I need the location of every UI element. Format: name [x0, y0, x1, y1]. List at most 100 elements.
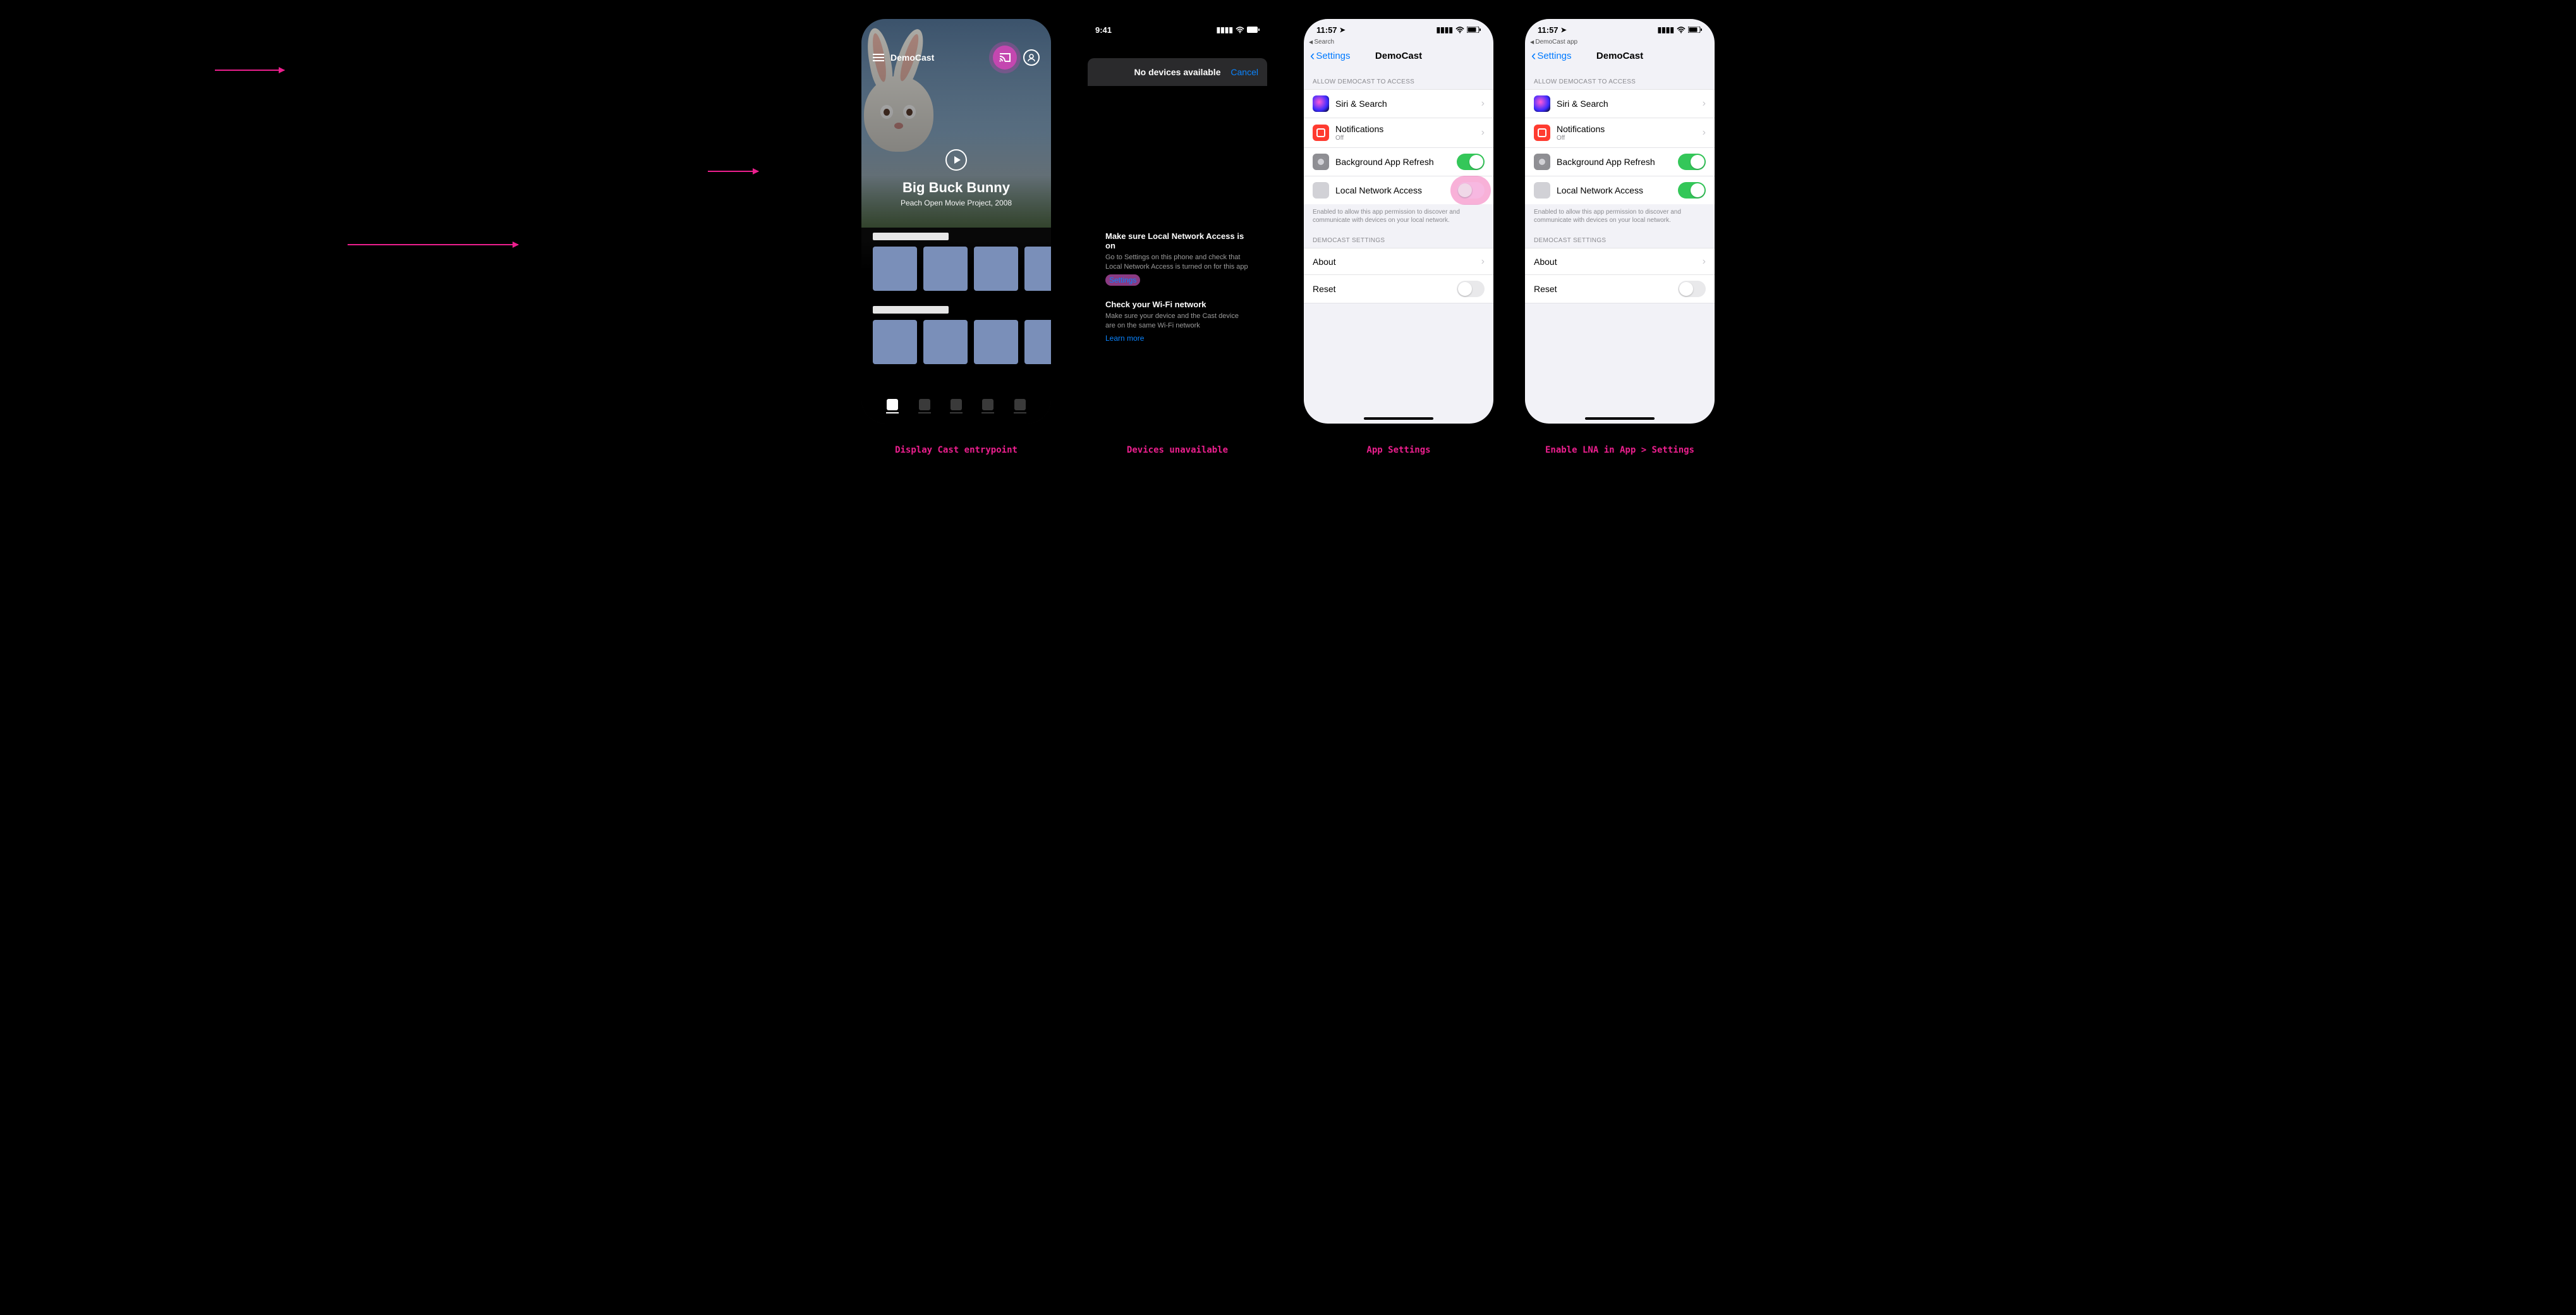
row-label: Siri & Search: [1335, 99, 1387, 109]
wifi-icon: [1455, 27, 1464, 34]
nav-title: DemoCast: [1375, 51, 1422, 61]
lna-icon: [1313, 182, 1329, 199]
tab-item[interactable]: [981, 399, 994, 413]
background-refresh-toggle[interactable]: [1457, 154, 1485, 170]
chevron-right-icon: ›: [1481, 256, 1485, 267]
thumbnail[interactable]: [873, 247, 917, 291]
breadcrumb[interactable]: Search: [1304, 37, 1493, 46]
status-indicators: ▮▮▮▮: [1217, 25, 1260, 34]
section-header-access: ALLOW DEMOCAST TO ACCESS: [1304, 78, 1493, 89]
cancel-button[interactable]: Cancel: [1230, 67, 1258, 77]
thumbnail[interactable]: [1024, 247, 1051, 291]
status-bar: 11:57➤ ▮▮▮▮: [1525, 19, 1715, 37]
row-local-network-access: Local Network Access: [1525, 176, 1715, 204]
nav-bar: Settings DemoCast: [1525, 46, 1715, 66]
battery-icon: [1467, 27, 1481, 33]
tab-item[interactable]: [950, 399, 963, 413]
local-network-access-toggle[interactable]: [1457, 182, 1485, 199]
section-footer: Enabled to allow this app permission to …: [1525, 204, 1715, 224]
status-indicators: ▮▮▮▮: [1437, 25, 1481, 34]
battery-icon: [1688, 27, 1702, 33]
lna-icon: [1534, 182, 1550, 199]
tab-item[interactable]: [886, 399, 899, 413]
status-time: 11:57: [1316, 25, 1337, 35]
wifi-icon: [1236, 27, 1244, 34]
cast-button[interactable]: [993, 46, 1017, 70]
row-notifications[interactable]: Notifications Off ›: [1525, 118, 1715, 147]
section-header-app: DEMOCAST SETTINGS: [1525, 237, 1715, 248]
thumbnail[interactable]: [974, 320, 1018, 364]
tip-wifi-title: Check your Wi-Fi network: [1105, 300, 1249, 309]
row-label: About: [1313, 257, 1336, 267]
section-footer: Enabled to allow this app permission to …: [1304, 204, 1493, 224]
row-label: Reset: [1534, 284, 1557, 294]
notifications-icon: [1534, 125, 1550, 141]
row-notifications[interactable]: Notifications Off ›: [1304, 118, 1493, 147]
siri-icon: [1313, 95, 1329, 112]
hero-subtitle: Peach Open Movie Project, 2008: [861, 199, 1051, 207]
thumbnail[interactable]: [974, 247, 1018, 291]
battery-icon: [1247, 27, 1260, 33]
cast-icon: [999, 52, 1011, 63]
home-indicator[interactable]: [1364, 417, 1433, 420]
screen-app-settings-before: 11:57➤ ▮▮▮▮ Search Settings DemoCast ALL…: [1304, 19, 1493, 424]
caption: Display Cast entrypoint: [895, 445, 1018, 455]
nav-title: DemoCast: [1596, 51, 1643, 61]
shelf-label-placeholder: [873, 233, 949, 240]
back-button[interactable]: Settings: [1531, 47, 1572, 64]
row-siri[interactable]: Siri & Search ›: [1525, 89, 1715, 118]
section-header-app: DEMOCAST SETTINGS: [1304, 237, 1493, 248]
status-indicators: ▮▮▮▮: [1658, 25, 1702, 34]
caption: Enable LNA in App > Settings: [1545, 445, 1694, 455]
row-siri[interactable]: Siri & Search ›: [1304, 89, 1493, 118]
row-label: Notifications: [1557, 124, 1605, 134]
thumbnail[interactable]: [1024, 320, 1051, 364]
row-local-network-access: Local Network Access: [1304, 176, 1493, 204]
chevron-right-icon: ›: [1481, 98, 1485, 109]
cast-sheet-header: No devices available Cancel: [1088, 58, 1267, 86]
flow-arrow-3: [708, 171, 758, 172]
wifi-icon: [1677, 27, 1686, 34]
menu-icon[interactable]: [873, 54, 884, 61]
background-refresh-toggle[interactable]: [1678, 154, 1706, 170]
row-background-refresh: Background App Refresh: [1525, 147, 1715, 176]
thumbnail[interactable]: [873, 320, 917, 364]
person-icon: [1027, 53, 1036, 62]
caption: Devices unavailable: [1127, 445, 1228, 455]
row-about[interactable]: About ›: [1525, 248, 1715, 274]
sheet-title: No devices available: [1134, 67, 1221, 77]
tab-item[interactable]: [1014, 399, 1026, 413]
row-label: Local Network Access: [1557, 185, 1643, 195]
notifications-icon: [1313, 125, 1329, 141]
play-button[interactable]: [945, 149, 967, 171]
tip-wifi-body: Make sure your device and the Cast devic…: [1105, 312, 1249, 331]
breadcrumb[interactable]: DemoCast app: [1525, 37, 1715, 46]
learn-more-link[interactable]: Learn more: [1105, 334, 1144, 343]
reset-toggle[interactable]: [1678, 281, 1706, 297]
location-icon: ➤: [1340, 26, 1346, 34]
home-indicator[interactable]: [1585, 417, 1655, 420]
thumbnail[interactable]: [923, 320, 968, 364]
flow-arrow-2: [348, 244, 518, 245]
settings-link[interactable]: Settings: [1105, 274, 1140, 286]
row-sublabel: Off: [1335, 135, 1383, 142]
row-label: Background App Refresh: [1335, 157, 1434, 167]
chevron-right-icon: ›: [1703, 98, 1706, 109]
profile-icon[interactable]: [1023, 49, 1040, 66]
screen-cast-entrypoint: 9:41 ▮▮▮▮ DemoCast: [861, 19, 1051, 424]
row-label: Notifications: [1335, 124, 1383, 134]
tab-item[interactable]: [918, 399, 931, 413]
chevron-right-icon: ›: [1703, 127, 1706, 138]
row-about[interactable]: About ›: [1304, 248, 1493, 274]
thumbnail[interactable]: [923, 247, 968, 291]
back-button[interactable]: Settings: [1310, 47, 1351, 64]
status-time: 9:41: [1095, 25, 1112, 35]
location-icon: ➤: [1561, 26, 1567, 34]
status-bar: 11:57➤ ▮▮▮▮: [1304, 19, 1493, 37]
reset-toggle[interactable]: [1457, 281, 1485, 297]
chevron-right-icon: ›: [1703, 256, 1706, 267]
local-network-access-toggle[interactable]: [1678, 182, 1706, 199]
screen-devices-unavailable: 9:41 ▮▮▮▮ No devices available Cancel Ma…: [1083, 19, 1272, 424]
status-time: 11:57: [1538, 25, 1558, 35]
chevron-right-icon: ›: [1481, 127, 1485, 138]
